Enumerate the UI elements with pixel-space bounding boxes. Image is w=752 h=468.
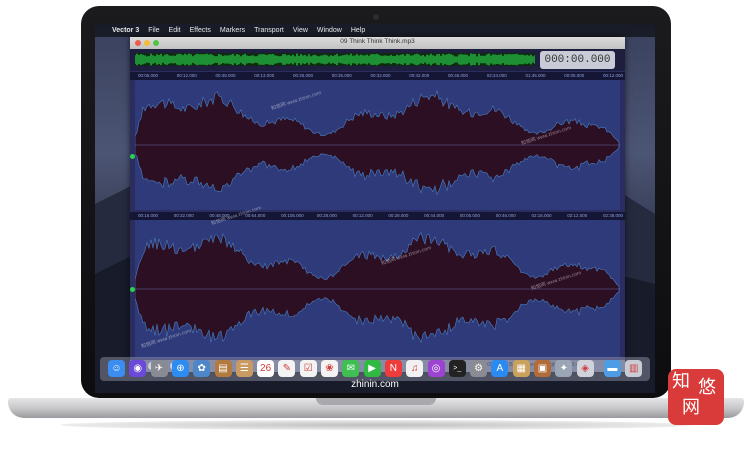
menu-effects[interactable]: Effects [190, 27, 211, 34]
ruler-tick-label: 00:105.000 [281, 213, 304, 218]
caption-text: zhinin.com [351, 379, 399, 390]
reminders-icon[interactable]: ☑ [299, 360, 317, 377]
system-preferences-icon[interactable]: ⚙ [470, 360, 488, 377]
calendar-icon[interactable]: 26 [257, 360, 275, 377]
music-icon[interactable]: ♫ [406, 360, 424, 377]
logo-char: 悠 [698, 377, 716, 398]
installer-icon[interactable]: ▦ [512, 360, 530, 377]
laptop-shadow [60, 420, 692, 430]
photos-app-icon[interactable]: ✿ [193, 360, 211, 377]
time-ruler-middle[interactable]: 00:16.000 00:32.000 00:48.000 00:64.000 00:1… [130, 212, 625, 220]
news-icon[interactable]: N [384, 360, 402, 377]
laptop-notch [316, 398, 436, 405]
zhiyou-logo: 知 悠 网 [668, 369, 724, 425]
menu-transport[interactable]: Transport [254, 27, 284, 34]
ruler-tick-label: 00:44.000 [424, 213, 445, 218]
ruler-tick-label: 00:48.000 [215, 73, 236, 78]
laptop-screen: Vector 3 File Edit Effects Markers Trans… [95, 24, 655, 393]
ruler-tick-label: 00:46.000 [495, 213, 516, 218]
app-store-icon[interactable]: A [491, 360, 509, 377]
waveform-channel-left[interactable] [135, 80, 620, 210]
preview-icon[interactable]: ✦ [555, 360, 573, 377]
notes-brown-icon[interactable]: ▤ [214, 360, 232, 377]
ruler-tick-label: 00:05.000 [564, 73, 585, 78]
window-title: 09 Think Think Think.mp3 [340, 38, 415, 45]
ruler-tick-label: 02:16.000 [531, 213, 552, 218]
ruler-tick-label: 02:38.000 [603, 213, 624, 218]
photos-icon[interactable]: ❀ [321, 360, 338, 377]
camera-dot [373, 14, 379, 20]
trash-icon[interactable]: ▥ [625, 360, 643, 377]
ruler-tick-label: 02:12.000 [567, 213, 588, 218]
ruler-tick-label: 00:42.000 [409, 73, 430, 78]
ruler-tick-label: 00:25.000 [293, 73, 314, 78]
messages-icon[interactable]: ✉ [342, 360, 360, 377]
ruler-tick-label: 00:16.000 [138, 213, 159, 218]
ruler-tick-label: 00:28.000 [388, 213, 409, 218]
menu-bar: Vector 3 File Edit Effects Markers Trans… [95, 24, 655, 37]
overview-waveform[interactable] [135, 53, 535, 66]
menu-view[interactable]: View [293, 27, 308, 34]
menu-edit[interactable]: Edit [169, 27, 181, 34]
logo-char: 知 [672, 371, 690, 392]
ruler-tick-label: 00:05.000 [138, 73, 159, 78]
ruler-tick-label: 02:24.000 [486, 73, 507, 78]
ruler-tick-label: 00:28.000 [316, 213, 337, 218]
ruler-tick-label: 00:46.000 [448, 73, 469, 78]
ruler-tick-label: 01:45.000 [525, 73, 546, 78]
launchpad-icon[interactable]: ✈ [150, 360, 168, 377]
time-ruler-top[interactable]: 00:05.000 00:12.000 00:48.000 00:13.000 00:2… [130, 72, 625, 80]
vector-icon[interactable]: ◈ [576, 360, 594, 377]
terminal-icon[interactable]: >_ [448, 360, 466, 377]
menu-window[interactable]: Window [317, 27, 342, 34]
app-menu[interactable]: Vector 3 [112, 27, 139, 34]
finder-icon[interactable]: ☺ [108, 360, 125, 377]
menu-help[interactable]: Help [351, 27, 365, 34]
notes-icon[interactable]: ✎ [278, 360, 296, 377]
folder-icon[interactable]: ▬ [603, 360, 621, 377]
ruler-tick-label: 00:05.000 [459, 213, 480, 218]
ruler-tick-label: 00:32.000 [370, 73, 391, 78]
menu-file[interactable]: File [148, 27, 159, 34]
channel-right-marker-icon[interactable] [130, 287, 135, 292]
facetime-icon[interactable]: ▶ [363, 360, 381, 377]
siri-icon[interactable]: ◉ [129, 360, 147, 377]
ruler-tick-label: 00:32.000 [173, 213, 194, 218]
logo-char: 网 [682, 397, 700, 418]
ruler-tick-label: 00:35.000 [331, 73, 352, 78]
contacts-icon[interactable]: ☰ [235, 360, 253, 377]
channel-left-marker-icon[interactable] [130, 154, 135, 159]
time-display: 000:00.000 [540, 51, 615, 69]
ruler-tick-label: 00:12.000 [352, 213, 373, 218]
app-window: 09 Think Think Think.mp3 000:00.000 00:0… [130, 37, 625, 372]
menu-markers[interactable]: Markers [220, 27, 245, 34]
podcasts-icon[interactable]: ◎ [427, 360, 445, 377]
ruler-tick-label: 00:12.000 [176, 73, 197, 78]
waveform-channel-right[interactable] [135, 220, 620, 358]
ruler-tick-label: 00:12.000 [603, 73, 624, 78]
safari-icon[interactable]: ⊕ [171, 360, 189, 377]
ruler-tick-label: 00:13.000 [254, 73, 275, 78]
sequel-icon[interactable]: ▣ [534, 360, 551, 377]
